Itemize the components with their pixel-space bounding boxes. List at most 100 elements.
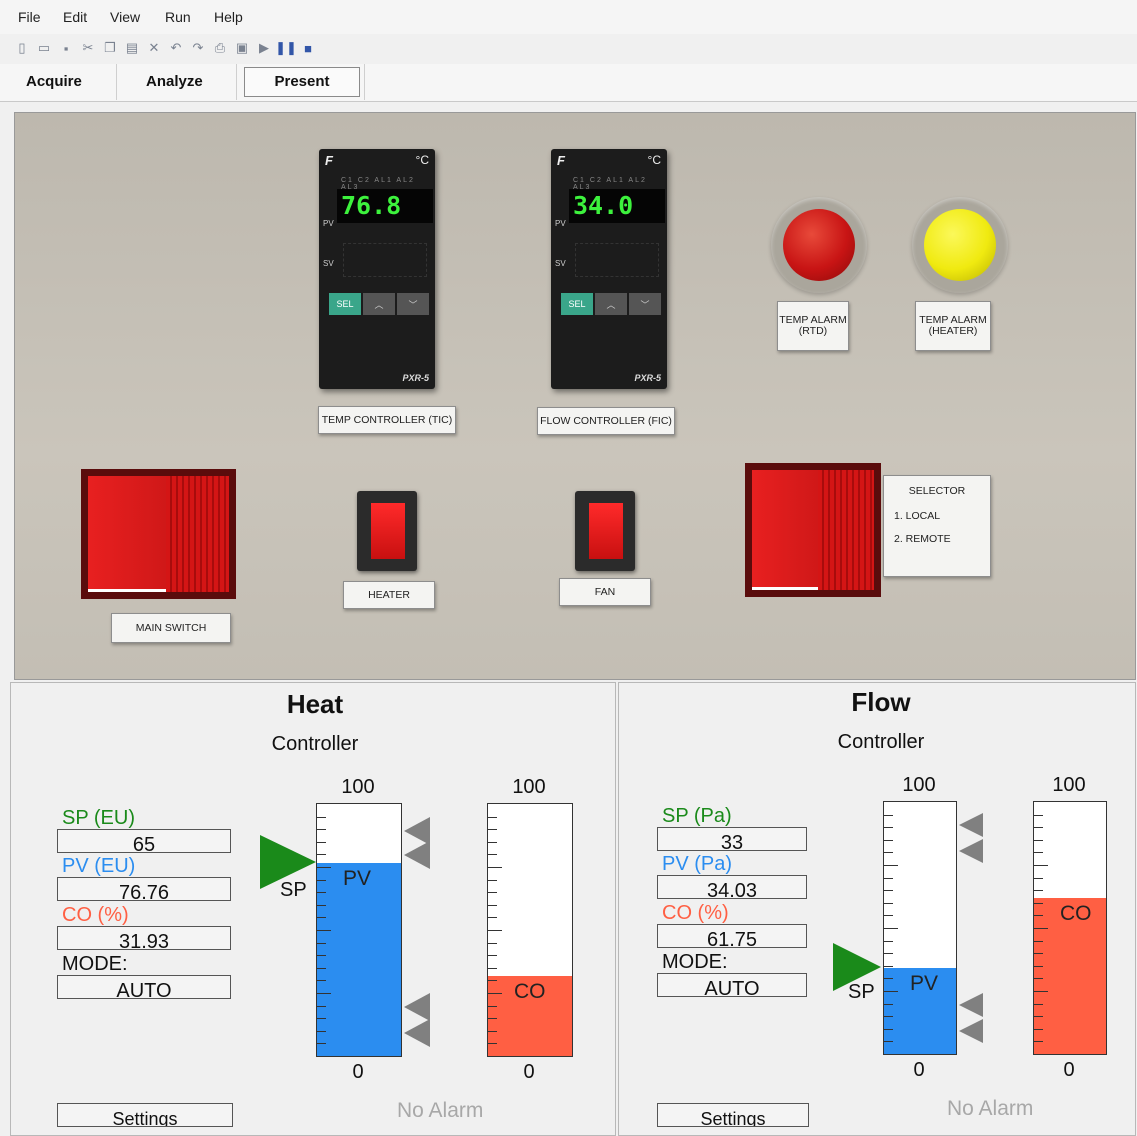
flow-panel: Flow Controller SP (Pa) 33 PV (Pa) 34.03…	[618, 682, 1136, 1136]
undo-icon[interactable]: ↶	[168, 40, 184, 56]
heat-title: Heat	[286, 689, 344, 719]
controller-buttons: SEL ︿ ﹀	[329, 293, 429, 315]
gauge-tick	[488, 930, 502, 931]
switch-grill	[818, 470, 874, 590]
pv-tag: PV	[555, 219, 566, 228]
menu-edit[interactable]: Edit	[63, 9, 87, 25]
pv-scale-min: 0	[913, 1059, 925, 1081]
gauge-tick	[1034, 890, 1043, 891]
alarm-high-high-marker[interactable]	[959, 813, 983, 837]
mode-field[interactable]: AUTO	[657, 973, 807, 997]
sp-field[interactable]: 33	[657, 827, 807, 851]
alarm-low-low-marker[interactable]	[959, 1019, 983, 1043]
gauge-tick	[488, 980, 497, 981]
menu-file[interactable]: File	[18, 9, 41, 25]
yellow-alarm-lamp	[912, 197, 1008, 293]
gauge-tick	[488, 817, 497, 818]
alarm-high-marker[interactable]	[404, 841, 430, 869]
gauge-tick	[488, 829, 497, 830]
selector-option-remote: 2. REMOTE	[894, 533, 951, 545]
redo-icon[interactable]: ↷	[190, 40, 206, 56]
gauge-tick	[884, 865, 898, 866]
co-field[interactable]: 61.75	[657, 924, 807, 948]
heater-switch	[357, 491, 417, 571]
switch-face	[88, 476, 166, 592]
unit-label: °C	[415, 153, 429, 167]
alarm-heater-plate: TEMP ALARM (HEATER)	[915, 301, 991, 351]
heat-subtitle: Controller	[271, 733, 359, 755]
alarm-low-low-marker[interactable]	[404, 1019, 430, 1047]
tab-acquire[interactable]: Acquire	[26, 73, 82, 90]
gauge-tick	[1034, 915, 1043, 916]
brand-logo: F	[557, 153, 565, 168]
copy-icon[interactable]: ❐	[102, 40, 118, 56]
gauge-tick	[317, 917, 326, 918]
sp-field[interactable]: 65	[57, 829, 231, 853]
gauge-tick	[884, 852, 893, 853]
save-icon[interactable]: ▪	[58, 40, 74, 56]
selector-plate: SELECTOR 1. LOCAL 2. REMOTE	[883, 475, 991, 577]
gauge-tick	[488, 1031, 497, 1032]
fan-switch	[575, 491, 635, 571]
up-button: ︿	[595, 293, 627, 315]
pv-readout: 34.0	[573, 191, 634, 220]
menu-run[interactable]: Run	[165, 9, 191, 25]
image-icon[interactable]: ▣	[234, 40, 250, 56]
gauge-tick	[317, 955, 326, 956]
alarm-status: No Alarm	[947, 1097, 1034, 1120]
gauge-tick	[1034, 991, 1048, 992]
tab-analyze[interactable]: Analyze	[146, 73, 203, 90]
gauge-tick	[884, 840, 893, 841]
menu-view[interactable]: View	[110, 9, 140, 25]
gauge-tick	[317, 867, 331, 868]
settings-button[interactable]: Settings	[657, 1103, 809, 1127]
cut-icon[interactable]: ✂	[80, 40, 96, 56]
menu-help[interactable]: Help	[214, 9, 243, 25]
gauge-tick	[317, 817, 326, 818]
mode-field[interactable]: AUTO	[57, 975, 231, 999]
alarm-high-marker[interactable]	[959, 839, 983, 863]
gauge-tick	[1034, 852, 1043, 853]
co-scale-min: 0	[1063, 1059, 1075, 1081]
alarm-low-marker[interactable]	[404, 993, 430, 1021]
gauge-tick	[488, 1006, 497, 1007]
heater-rocker	[371, 503, 405, 559]
red-bulb	[783, 209, 855, 281]
gauge-tick	[317, 880, 326, 881]
gauge-tick	[1034, 903, 1043, 904]
co-label: CO (%)	[662, 902, 729, 924]
gauge-tick	[317, 829, 326, 830]
main-switch-plate: MAIN SWITCH	[111, 613, 231, 643]
flow-controller-device: F °C C1 C2 AL1 AL2 AL3 PV 34.0 SV SEL ︿ …	[551, 149, 667, 389]
gauge-tick	[1034, 827, 1043, 828]
settings-button[interactable]: Settings	[57, 1103, 233, 1127]
new-icon[interactable]: ▯	[14, 40, 30, 56]
co-gauge: CO	[487, 803, 573, 1057]
pause-icon[interactable]: ❚❚	[275, 40, 297, 56]
print-icon[interactable]: ⎙	[212, 40, 228, 56]
temp-controller-device: F °C C1 C2 AL1 AL2 AL3 PV 76.8 SV SEL ︿ …	[319, 149, 435, 389]
gauge-tick	[317, 980, 326, 981]
gauge-tick	[317, 842, 326, 843]
open-icon[interactable]: ▭	[36, 40, 52, 56]
tab-present[interactable]: Present	[244, 67, 360, 97]
gauge-tick	[488, 867, 502, 868]
down-button: ﹀	[397, 293, 429, 315]
paste-icon[interactable]: ▤	[124, 40, 140, 56]
delete-icon[interactable]: ✕	[146, 40, 162, 56]
gauge-tick	[317, 854, 326, 855]
run-icon[interactable]: ▶	[256, 40, 272, 56]
gauge-tick	[1034, 865, 1048, 866]
gauge-tick	[1034, 1029, 1043, 1030]
gauge-tick	[884, 991, 898, 992]
gauge-tick	[317, 943, 326, 944]
pv-readout: 76.8	[341, 191, 402, 220]
pv-display: 34.0	[569, 189, 665, 223]
switch-grill	[166, 476, 229, 592]
pv-gauge: PV	[316, 803, 402, 1057]
co-field[interactable]: 31.93	[57, 926, 231, 950]
selector-title: SELECTOR	[908, 485, 966, 497]
menu-bar: File Edit View Run Help	[0, 0, 1137, 34]
alarm-low-marker[interactable]	[959, 993, 983, 1017]
stop-icon[interactable]: ■	[300, 40, 316, 56]
